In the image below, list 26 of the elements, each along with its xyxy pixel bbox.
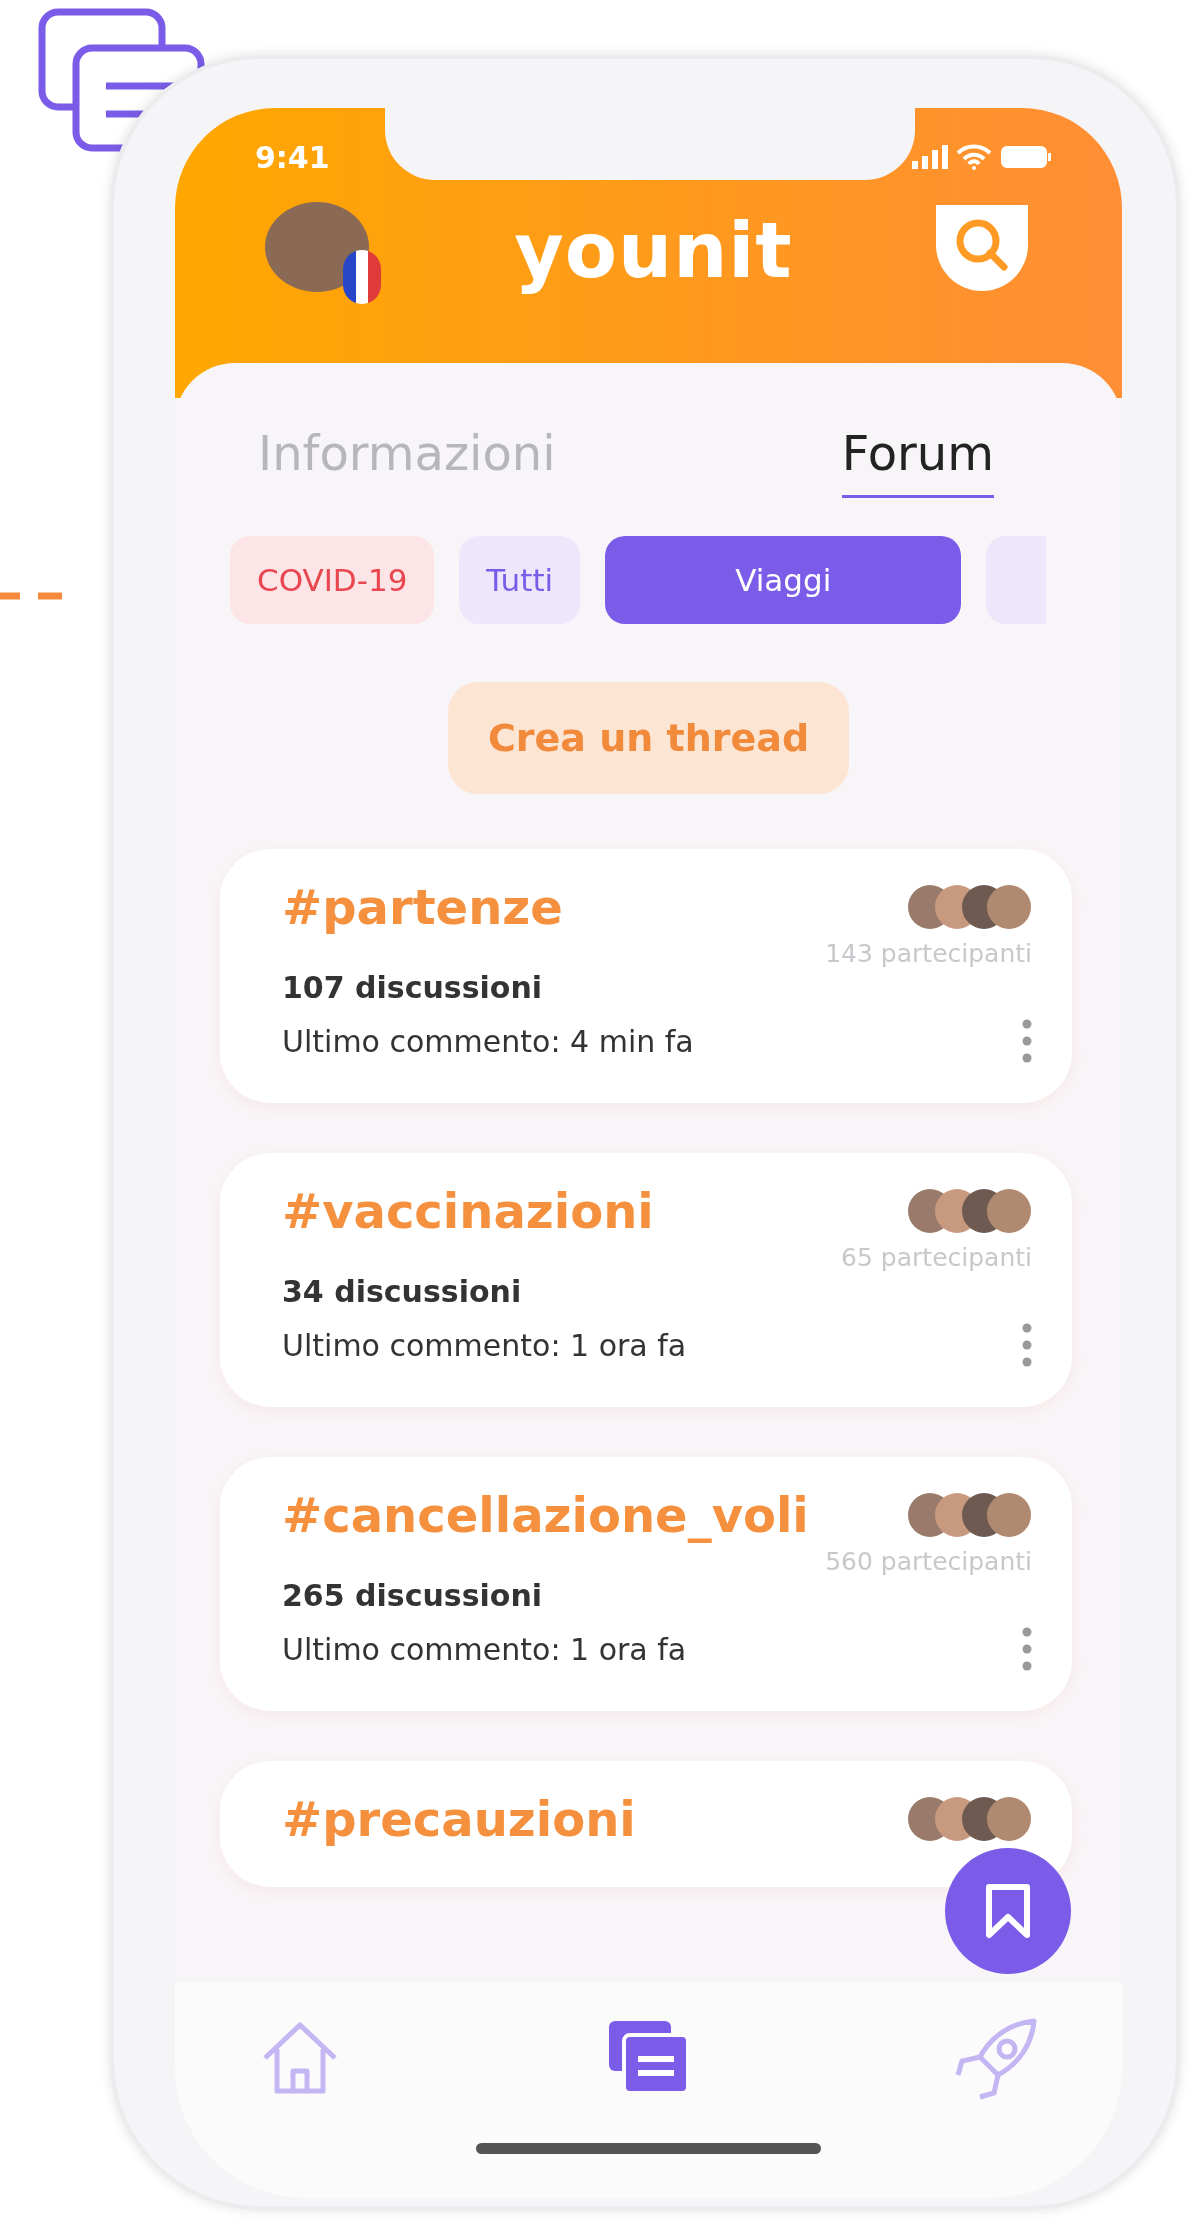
last-comment: Ultimo commento: 1 ora fa	[282, 1327, 687, 1363]
wifi-icon	[956, 144, 992, 170]
signal-icon	[912, 145, 948, 169]
thread-title: #precauzioni	[282, 1791, 636, 1847]
thread-title: #cancellazione_voli	[282, 1487, 809, 1543]
filter-chip[interactable]: Tutti	[459, 536, 581, 624]
discussions-count: 107 discussioni	[282, 970, 544, 1005]
more-icon[interactable]	[1022, 1323, 1032, 1367]
last-comment: Ultimo commento: 4 min fa	[282, 1023, 694, 1059]
more-icon[interactable]	[1022, 1019, 1032, 1063]
status-time: 9:41	[255, 139, 330, 175]
battery-icon	[1000, 145, 1052, 169]
filter-chip[interactable]: COVID-19	[230, 536, 435, 624]
last-comment: Ultimo commento: 1 ora fa	[282, 1631, 687, 1667]
discussions-count: 34 discussioni	[282, 1274, 523, 1309]
flag-icon	[343, 250, 381, 304]
tab[interactable]: Forum	[841, 425, 994, 498]
thread-title: #partenze	[282, 879, 563, 935]
thread-title: #vaccinazioni	[282, 1183, 654, 1239]
bookmark-icon	[985, 1883, 1031, 1939]
more-icon[interactable]	[1022, 1627, 1032, 1671]
discussions-count: 265 discussioni	[282, 1578, 544, 1613]
thread-card[interactable]: #precauzioni	[220, 1761, 1072, 1887]
filter-chip[interactable]: Viaggi	[605, 536, 962, 624]
app-logo: younit	[514, 205, 793, 295]
dashed-line	[0, 592, 62, 600]
